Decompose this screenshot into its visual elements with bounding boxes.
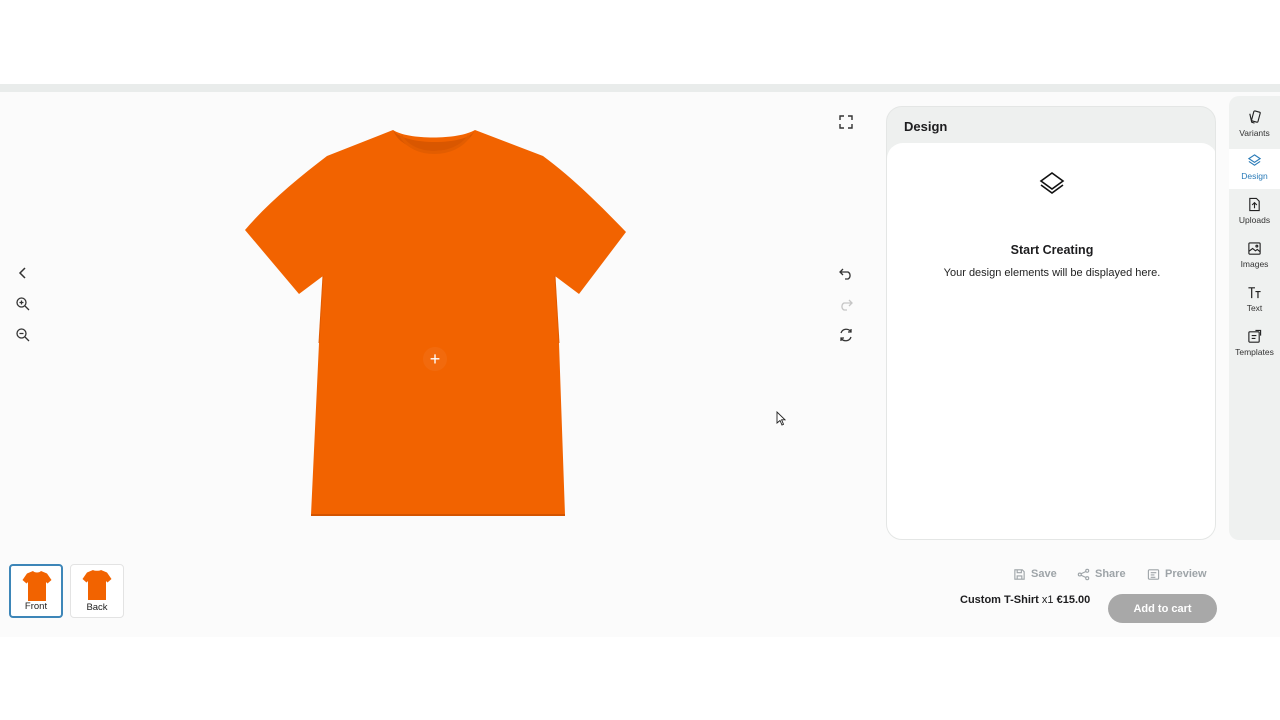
layers-icon	[1247, 154, 1262, 166]
view-label: Front	[24, 601, 48, 612]
preview-icon	[1147, 568, 1160, 580]
rail-item-label: Text	[1246, 303, 1263, 313]
upload-file-icon	[1249, 197, 1260, 212]
rail-item-label: Design	[1241, 171, 1268, 181]
order-summary: Custom T-Shirt x1 €15.00	[960, 594, 1090, 606]
text-icon	[1248, 287, 1261, 299]
rail-item-images[interactable]: Images	[1229, 237, 1280, 277]
product-quantity: x1	[1041, 594, 1054, 606]
rail-item-templates[interactable]: Templates	[1229, 325, 1280, 365]
rail-item-label: Variants	[1239, 128, 1270, 138]
design-panel: Design Start Creating Your design elemen…	[886, 106, 1216, 540]
add-to-cart-button[interactable]: Add to cart	[1108, 594, 1217, 623]
tshirt-mockup[interactable]	[243, 128, 627, 518]
chevron-left-icon[interactable]	[10, 260, 36, 286]
zoom-out-icon[interactable]	[10, 322, 36, 348]
empty-state-title: Start Creating	[1010, 243, 1094, 257]
rail-item-text[interactable]: Text	[1229, 281, 1280, 321]
redo-icon[interactable]	[833, 291, 859, 317]
share-icon	[1077, 568, 1090, 580]
rail-item-label: Images	[1240, 259, 1269, 269]
design-elements-list: Start Creating Your design elements will…	[887, 143, 1215, 539]
top-divider	[0, 84, 1280, 92]
tshirt-front-icon	[22, 571, 52, 601]
view-thumbnail-front[interactable]: Front	[9, 564, 63, 618]
tshirt-back-icon	[82, 570, 112, 600]
rail-item-variants[interactable]: Variants	[1229, 106, 1280, 146]
preview-button[interactable]: Preview	[1147, 566, 1207, 582]
reset-icon[interactable]	[833, 322, 859, 348]
product-name: Custom T-Shirt	[960, 594, 1039, 606]
templates-icon	[1248, 329, 1262, 343]
layers-icon	[1039, 172, 1065, 194]
preview-label: Preview	[1165, 568, 1207, 580]
rail-item-label: Templates	[1235, 347, 1274, 357]
image-icon	[1248, 242, 1261, 255]
zoom-in-icon[interactable]	[10, 291, 36, 317]
view-label: Back	[86, 602, 108, 613]
rail-item-design[interactable]: Design	[1229, 149, 1280, 189]
fullscreen-icon[interactable]	[833, 109, 859, 135]
rail-item-label: Uploads	[1238, 215, 1271, 225]
share-button[interactable]: Share	[1077, 566, 1126, 582]
variants-icon	[1249, 110, 1261, 124]
product-price: €15.00	[1056, 594, 1091, 606]
mouse-cursor-icon	[776, 410, 787, 426]
share-label: Share	[1095, 568, 1126, 580]
view-thumbnail-back[interactable]: Back	[70, 564, 124, 618]
save-button[interactable]: Save	[1013, 566, 1057, 582]
rail-item-uploads[interactable]: Uploads	[1229, 193, 1280, 233]
undo-icon[interactable]	[833, 260, 859, 286]
save-icon	[1014, 568, 1025, 580]
add-element-button[interactable]: +	[423, 347, 447, 371]
panel-title: Design	[904, 119, 948, 134]
empty-state-subtitle: Your design elements will be displayed h…	[943, 267, 1161, 279]
side-rail: Variants Design Uploads Images Text Temp…	[1229, 96, 1280, 540]
save-label: Save	[1031, 568, 1057, 580]
